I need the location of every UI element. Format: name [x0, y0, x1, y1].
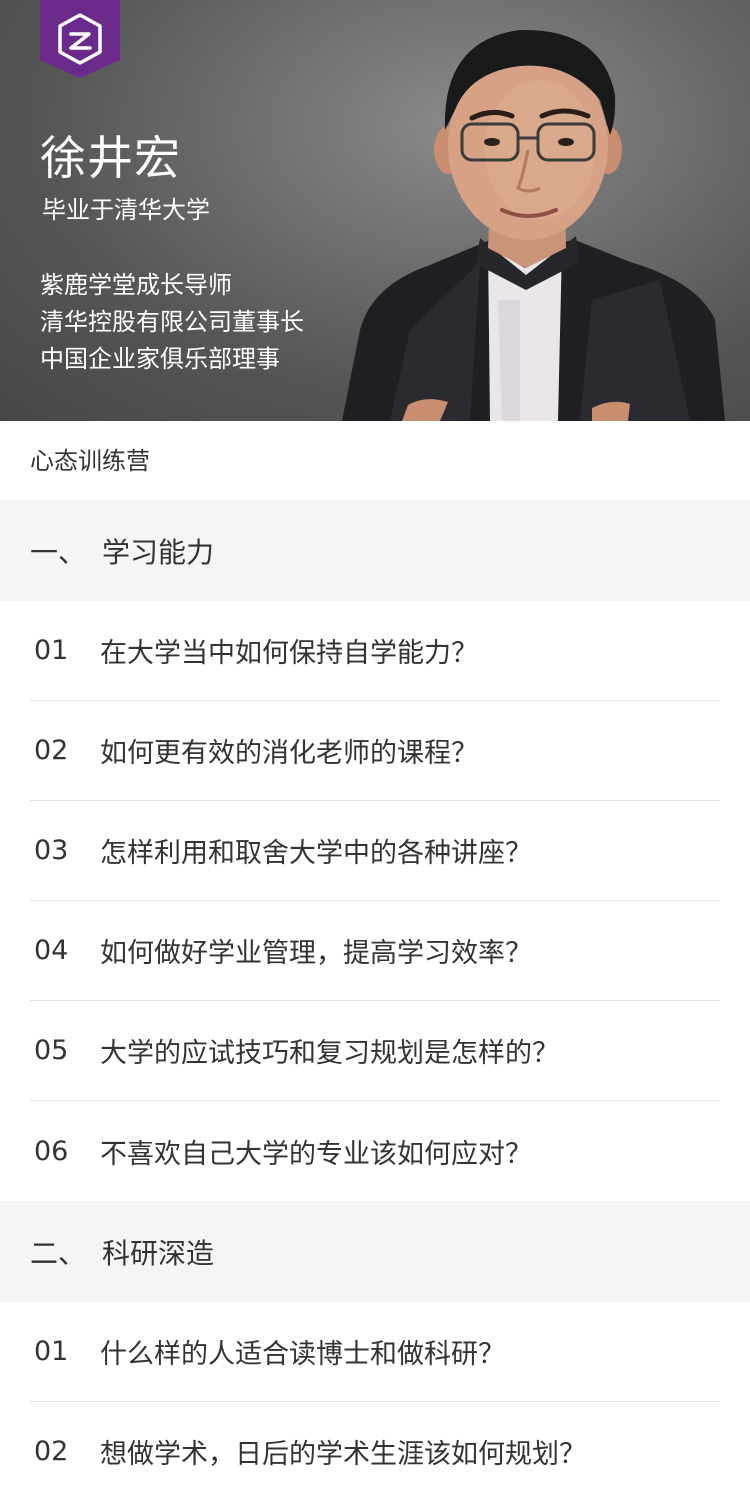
course-title: 心态训练营 [0, 421, 750, 500]
section-number: 二、 [30, 1236, 87, 1270]
lesson-title: 想做学术，日后的学术生涯该如何规划？ [100, 1439, 586, 1470]
lesson-number: 01 [34, 1336, 69, 1367]
lesson-title: 在大学当中如何保持自学能力？ [100, 638, 478, 669]
teacher-role: 紫鹿学堂成长导师 [40, 271, 232, 299]
lesson-number: 06 [34, 1135, 69, 1167]
lesson-item[interactable]: 03 怎样利用和取舍大学中的各种讲座？ [30, 801, 720, 901]
lesson-title: 如何做好学业管理，提高学习效率？ [100, 938, 532, 969]
section-header-learning[interactable]: 一、 学习能力 [0, 500, 750, 601]
lesson-number: 04 [34, 935, 69, 966]
lesson-list-research: 01 什么样的人适合读博士和做科研？ 02 想做学术，日后的学术生涯该如何规划？ [0, 1302, 750, 1498]
teacher-portrait [342, 29, 725, 421]
lesson-number: 02 [34, 735, 69, 766]
section-title: 科研深造 [102, 1236, 215, 1270]
section-number: 一、 [30, 535, 87, 569]
lesson-number: 02 [34, 1436, 69, 1467]
lesson-item[interactable]: 06 不喜欢自己大学的专业该如何应对？ [30, 1101, 720, 1201]
teacher-graduation: 毕业于清华大学 [42, 196, 210, 224]
lesson-number: 01 [34, 635, 69, 666]
teacher-roles: 紫鹿学堂成长导师 清华控股有限公司董事长 中国企业家俱乐部理事 [40, 267, 304, 378]
lesson-number: 05 [34, 1035, 69, 1066]
teacher-name: 徐井宏 [40, 131, 181, 185]
lesson-title: 大学的应试技巧和复习规划是怎样的？ [100, 1038, 559, 1069]
section-title: 学习能力 [102, 535, 215, 569]
lesson-title: 怎样利用和取舍大学中的各种讲座？ [100, 838, 532, 869]
brand-logo-icon [40, 0, 120, 78]
lesson-list-learning: 01 在大学当中如何保持自学能力？ 02 如何更有效的消化老师的课程？ 03 怎… [0, 601, 750, 1201]
lesson-item[interactable]: 05 大学的应试技巧和复习规划是怎样的？ [30, 1001, 720, 1101]
lesson-number: 03 [34, 835, 69, 866]
teacher-role: 清华控股有限公司董事长 [40, 308, 304, 336]
section-header-research[interactable]: 二、 科研深造 [0, 1201, 750, 1302]
lesson-item[interactable]: 04 如何做好学业管理，提高学习效率？ [30, 901, 720, 1001]
lesson-title: 不喜欢自己大学的专业该如何应对？ [100, 1138, 532, 1170]
lesson-item[interactable]: 02 想做学术，日后的学术生涯该如何规划？ [30, 1402, 720, 1498]
lesson-title: 什么样的人适合读博士和做科研？ [100, 1339, 505, 1370]
teacher-role: 中国企业家俱乐部理事 [40, 345, 280, 373]
lesson-item[interactable]: 01 在大学当中如何保持自学能力？ [30, 601, 720, 701]
lesson-title: 如何更有效的消化老师的课程？ [100, 738, 478, 769]
lesson-item[interactable]: 02 如何更有效的消化老师的课程？ [30, 701, 720, 801]
teacher-hero-banner: 徐井宏 毕业于清华大学 紫鹿学堂成长导师 清华控股有限公司董事长 中国企业家俱乐… [0, 0, 750, 421]
lesson-item[interactable]: 01 什么样的人适合读博士和做科研？ [30, 1302, 720, 1402]
